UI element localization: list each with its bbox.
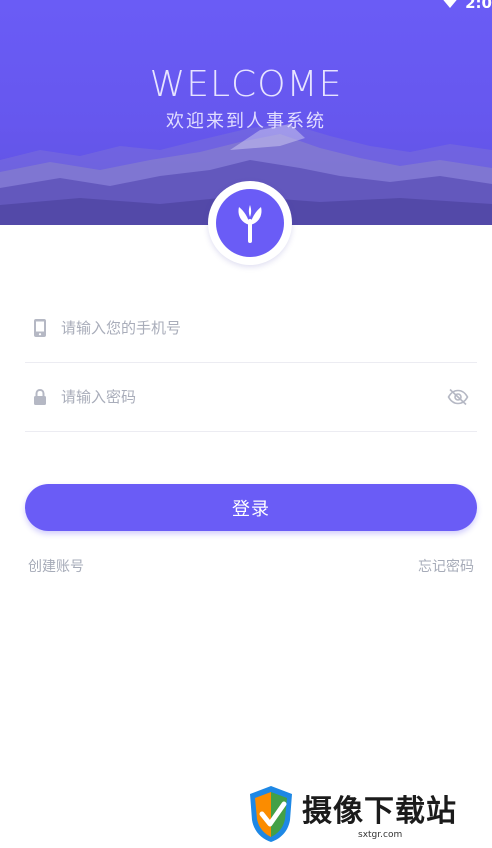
phone-icon [34, 318, 46, 337]
shield-logo-icon [250, 786, 292, 842]
phone-field[interactable] [25, 293, 477, 363]
logo-circle [216, 189, 284, 257]
app-logo [208, 181, 292, 265]
forgot-password-link[interactable]: 忘记密码 [418, 556, 474, 576]
site-watermark: 摄像下载站 sxtgr.com [246, 784, 490, 844]
welcome-subtitle: 欢迎来到人事系统 [166, 111, 326, 132]
create-account-link[interactable]: 创建账号 [28, 556, 84, 576]
eye-off-icon[interactable] [447, 388, 469, 406]
lock-icon [34, 388, 46, 405]
login-button[interactable]: 登录 [25, 484, 477, 531]
welcome-title: WELCOME [149, 64, 343, 105]
watermark-domain: sxtgr.com [358, 830, 403, 840]
phone-input[interactable] [61, 293, 431, 362]
password-input[interactable] [61, 362, 431, 431]
status-time: 2:0 [465, 0, 492, 12]
wifi-icon [443, 0, 457, 8]
watermark-title: 摄像下载站 [302, 794, 457, 829]
password-field[interactable] [25, 362, 477, 432]
sprout-logo-icon [238, 205, 262, 243]
